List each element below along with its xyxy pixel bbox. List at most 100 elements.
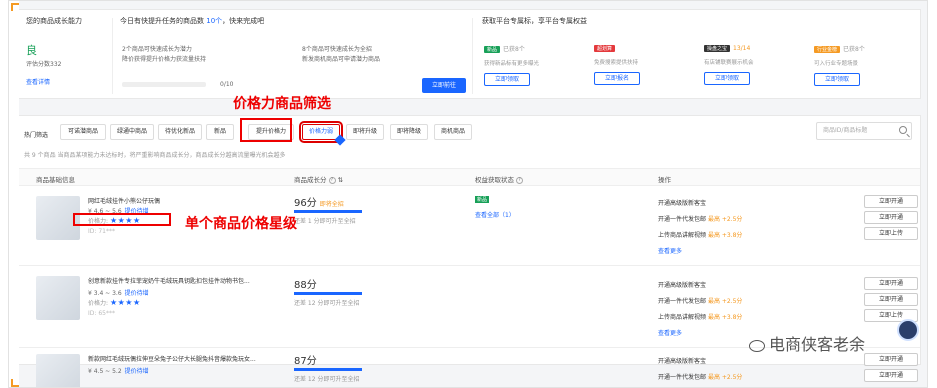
filter-chip-price-weak[interactable]: 价格力弱 [299, 121, 346, 146]
operation-item: 开通一件代发包邮 最高 +2.5分 [658, 216, 743, 223]
sort-icon[interactable]: ⇅ [338, 176, 343, 184]
perk-card: 操盘之宝 13/14 有店铺联赛展示机会 立即领取 [704, 44, 812, 85]
fast-growth-panel: 今日有快提升任务的商品数 10个，快来完成吧 2个商品可快速成长为潜力 8个商品… [120, 16, 466, 93]
product-name[interactable]: 创意新款挂件专拉菲宠奶牛毛绒玩具钥匙扣包挂件动物书包... [88, 276, 250, 285]
star-callout-text: 单个商品价格星级 [185, 216, 297, 232]
go-now-button[interactable]: 立即前往 [422, 78, 466, 93]
filter-chip[interactable]: 可诺潜商品 [60, 124, 106, 140]
operation-item: 开通一件代发包邮 最高 +2.5分 [658, 374, 743, 381]
filter-chip[interactable]: 商机商品 [434, 124, 472, 140]
product-name[interactable]: 新款网红毛绒玩偶拉伸豆朵兔子公仔大长腿兔抖音爆款兔玩女... [88, 354, 256, 363]
growth-score-bar [294, 210, 362, 213]
perk-tag: 超划算 [594, 45, 616, 52]
frame-corner-decoration [9, 1, 19, 387]
growth-score: 88分 [294, 280, 317, 291]
pencil-icon [334, 134, 346, 146]
perks-panel: 获取平台专属标，享平台专属权益 新品 已获8个 获得新品标有更多曝光 立即领取 超… [482, 16, 917, 86]
upload-button[interactable]: 立即上传 [864, 227, 918, 240]
perk-signup-button[interactable]: 立即报名 [594, 72, 640, 85]
filter-label: 热门筛选 [24, 132, 49, 139]
capability-title: 您的商品成长能力 [26, 17, 82, 25]
filter-chip[interactable]: 即将降级 [390, 124, 428, 140]
activate-button[interactable]: 立即开通 [864, 195, 918, 208]
activate-button[interactable]: 立即开通 [864, 369, 918, 382]
product-name[interactable]: 网红毛绒挂件小熊公仔玩偶 [88, 196, 160, 205]
operation-item: 上传商品讲解视频 最高 +3.8分 [658, 232, 743, 239]
activate-button[interactable]: 立即开通 [864, 211, 918, 224]
growth-score-note: 还差 1 分即可升至全招 [294, 218, 356, 225]
product-count-text: 共 9 个商品 当商品某项能力未达标时，将严重影响商品成长分，商品成长分越高流量… [24, 152, 286, 159]
perk-card: 行业金榜 已获8个 可入行业专题场景 立即领取 [814, 44, 922, 86]
growth-score-note: 还差 12 分即可升至全招 [294, 376, 360, 383]
divider [112, 18, 113, 94]
see-more-link[interactable]: 查看更多 [658, 328, 682, 337]
product-price: ¥ 4.5 ~ 5.2 提价待增 [88, 368, 149, 375]
perk-claim-button[interactable]: 立即领取 [704, 72, 750, 85]
product-id: ID: 71*** [88, 228, 115, 235]
avatar[interactable] [897, 319, 919, 341]
rights-view-all-link[interactable]: 查看全部（1） [475, 210, 515, 219]
watermark: 电商侠客老余 [749, 331, 865, 355]
perk-desc: 获得新品标有更多曝光 [484, 61, 540, 67]
perk-status: 13/14 [733, 45, 751, 52]
fast-growth-title: 今日有快提升任务的商品数 10个，快来完成吧 [120, 17, 265, 25]
perks-title: 获取平台专属标，享平台专属权益 [482, 17, 587, 25]
product-thumbnail[interactable] [36, 276, 80, 320]
filter-callout-text: 价格力商品筛选 [233, 96, 331, 112]
page-frame: 您的商品成长能力 良 评估分数332 查看详情 今日有快提升任务的商品数 10个… [8, 0, 928, 388]
column-header: 操作 [658, 176, 671, 184]
product-price: ¥ 3.4 ~ 3.6 提价待增 [88, 290, 149, 297]
operation-item: 开通一件代发包邮 最高 +2.5分 [658, 298, 743, 305]
filter-chip[interactable]: 绿通中商品 [110, 124, 154, 140]
product-id: ID: 65*** [88, 310, 115, 317]
filter-chip[interactable]: 即将升级 [346, 124, 384, 140]
perk-status: 已获8个 [503, 46, 525, 53]
help-icon[interactable]: ? [328, 176, 336, 184]
fast-growth-item: 2个商品可快速成长为潜力 [122, 46, 192, 53]
perk-tag: 新品 [484, 46, 501, 53]
fast-growth-progress-bar [122, 82, 206, 87]
fast-growth-count: 10个 [206, 17, 223, 25]
fast-growth-item: 新发商机商品可申请潜力商品 [302, 56, 381, 63]
activate-button[interactable]: 立即开通 [864, 277, 918, 290]
see-more-link[interactable]: 查看更多 [658, 246, 682, 255]
help-icon[interactable]: ? [516, 176, 523, 184]
table-header: 商品基础信息 商品成长分? ⇅ 权益获取状态? 操作 [18, 168, 920, 186]
growth-score-bar [294, 292, 362, 295]
filter-chip[interactable]: 待优化新品 [158, 124, 202, 140]
fast-growth-item: 8个商品可快速成长为全招 [302, 46, 372, 53]
product-list-panel: 热门筛选 可诺潜商品 绿通中商品 待优化新品 新品 提升价格力 价格力弱 即将升… [17, 115, 921, 387]
operation-item: 开通高级版新客宝 [658, 358, 707, 365]
fast-growth-item: 降价获得提升价格力获流量扶持 [122, 56, 207, 63]
growth-score-note: 还差 12 分即可升至全招 [294, 300, 360, 307]
perk-desc: 可入行业专题场景 [814, 61, 859, 67]
capability-grade: 良 [26, 44, 37, 57]
perk-claim-button[interactable]: 立即领取 [814, 73, 860, 86]
column-header: 权益获取状态? [475, 174, 523, 184]
overview-card: 您的商品成长能力 良 评估分数332 查看详情 今日有快提升任务的商品数 10个… [17, 9, 921, 99]
star-icon: ★★★★ [109, 298, 141, 307]
filter-callout-box [240, 118, 292, 142]
growth-score: 87分 [294, 356, 317, 367]
filter-chip[interactable]: 新品 [206, 124, 234, 140]
capability-detail-link[interactable]: 查看详情 [26, 77, 106, 86]
star-callout-box [73, 213, 171, 226]
perk-claim-button[interactable]: 立即领取 [484, 73, 530, 86]
table-row: 网红毛绒挂件小熊公仔玩偶 ¥ 4.6 ~ 5.6 提价待增 价格力: ★★★★ I… [18, 186, 920, 266]
activate-button[interactable]: 立即开通 [864, 353, 918, 366]
growth-score-bar [294, 368, 362, 371]
perk-status: 已获8个 [843, 46, 865, 53]
perk-desc: 有店铺联赛展示机会 [704, 60, 754, 66]
product-search-input[interactable]: 商品ID/商品标题 [816, 122, 912, 140]
divider [472, 18, 473, 94]
search-icon[interactable] [899, 126, 907, 134]
product-thumbnail[interactable] [36, 354, 80, 387]
wechat-icon [749, 339, 765, 352]
column-header[interactable]: 商品成长分? ⇅ [294, 174, 343, 184]
perk-desc: 免费搜索提供扶持 [594, 60, 639, 66]
operation-item: 上传商品讲解视频 最高 +3.8分 [658, 314, 743, 321]
operation-item: 开通高级版新客宝 [658, 282, 707, 289]
perk-tag: 操盘之宝 [704, 45, 731, 52]
activate-button[interactable]: 立即开通 [864, 293, 918, 306]
operation-item: 开通高级版新客宝 [658, 200, 707, 207]
